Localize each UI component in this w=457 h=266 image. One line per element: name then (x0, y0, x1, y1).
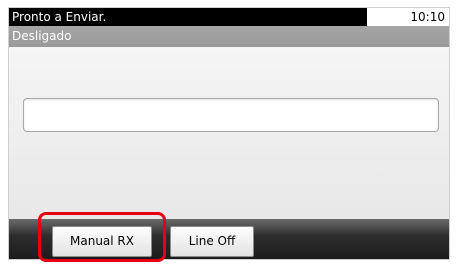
number-input-field[interactable] (23, 98, 439, 132)
manual-rx-button[interactable]: Manual RX (52, 226, 152, 257)
sub-header-title: Desligado (9, 26, 449, 47)
status-time: 10:10 (410, 10, 445, 24)
line-off-button[interactable]: Line Off (170, 226, 254, 257)
bottom-softkey-bar: Manual RX Line Off (9, 219, 449, 259)
main-content (9, 47, 449, 219)
status-message: Pronto a Enviar. (9, 8, 367, 26)
status-bar: Pronto a Enviar. 10:10 (9, 8, 449, 26)
device-screen: Pronto a Enviar. 10:10 Desligado Manual … (8, 7, 450, 260)
